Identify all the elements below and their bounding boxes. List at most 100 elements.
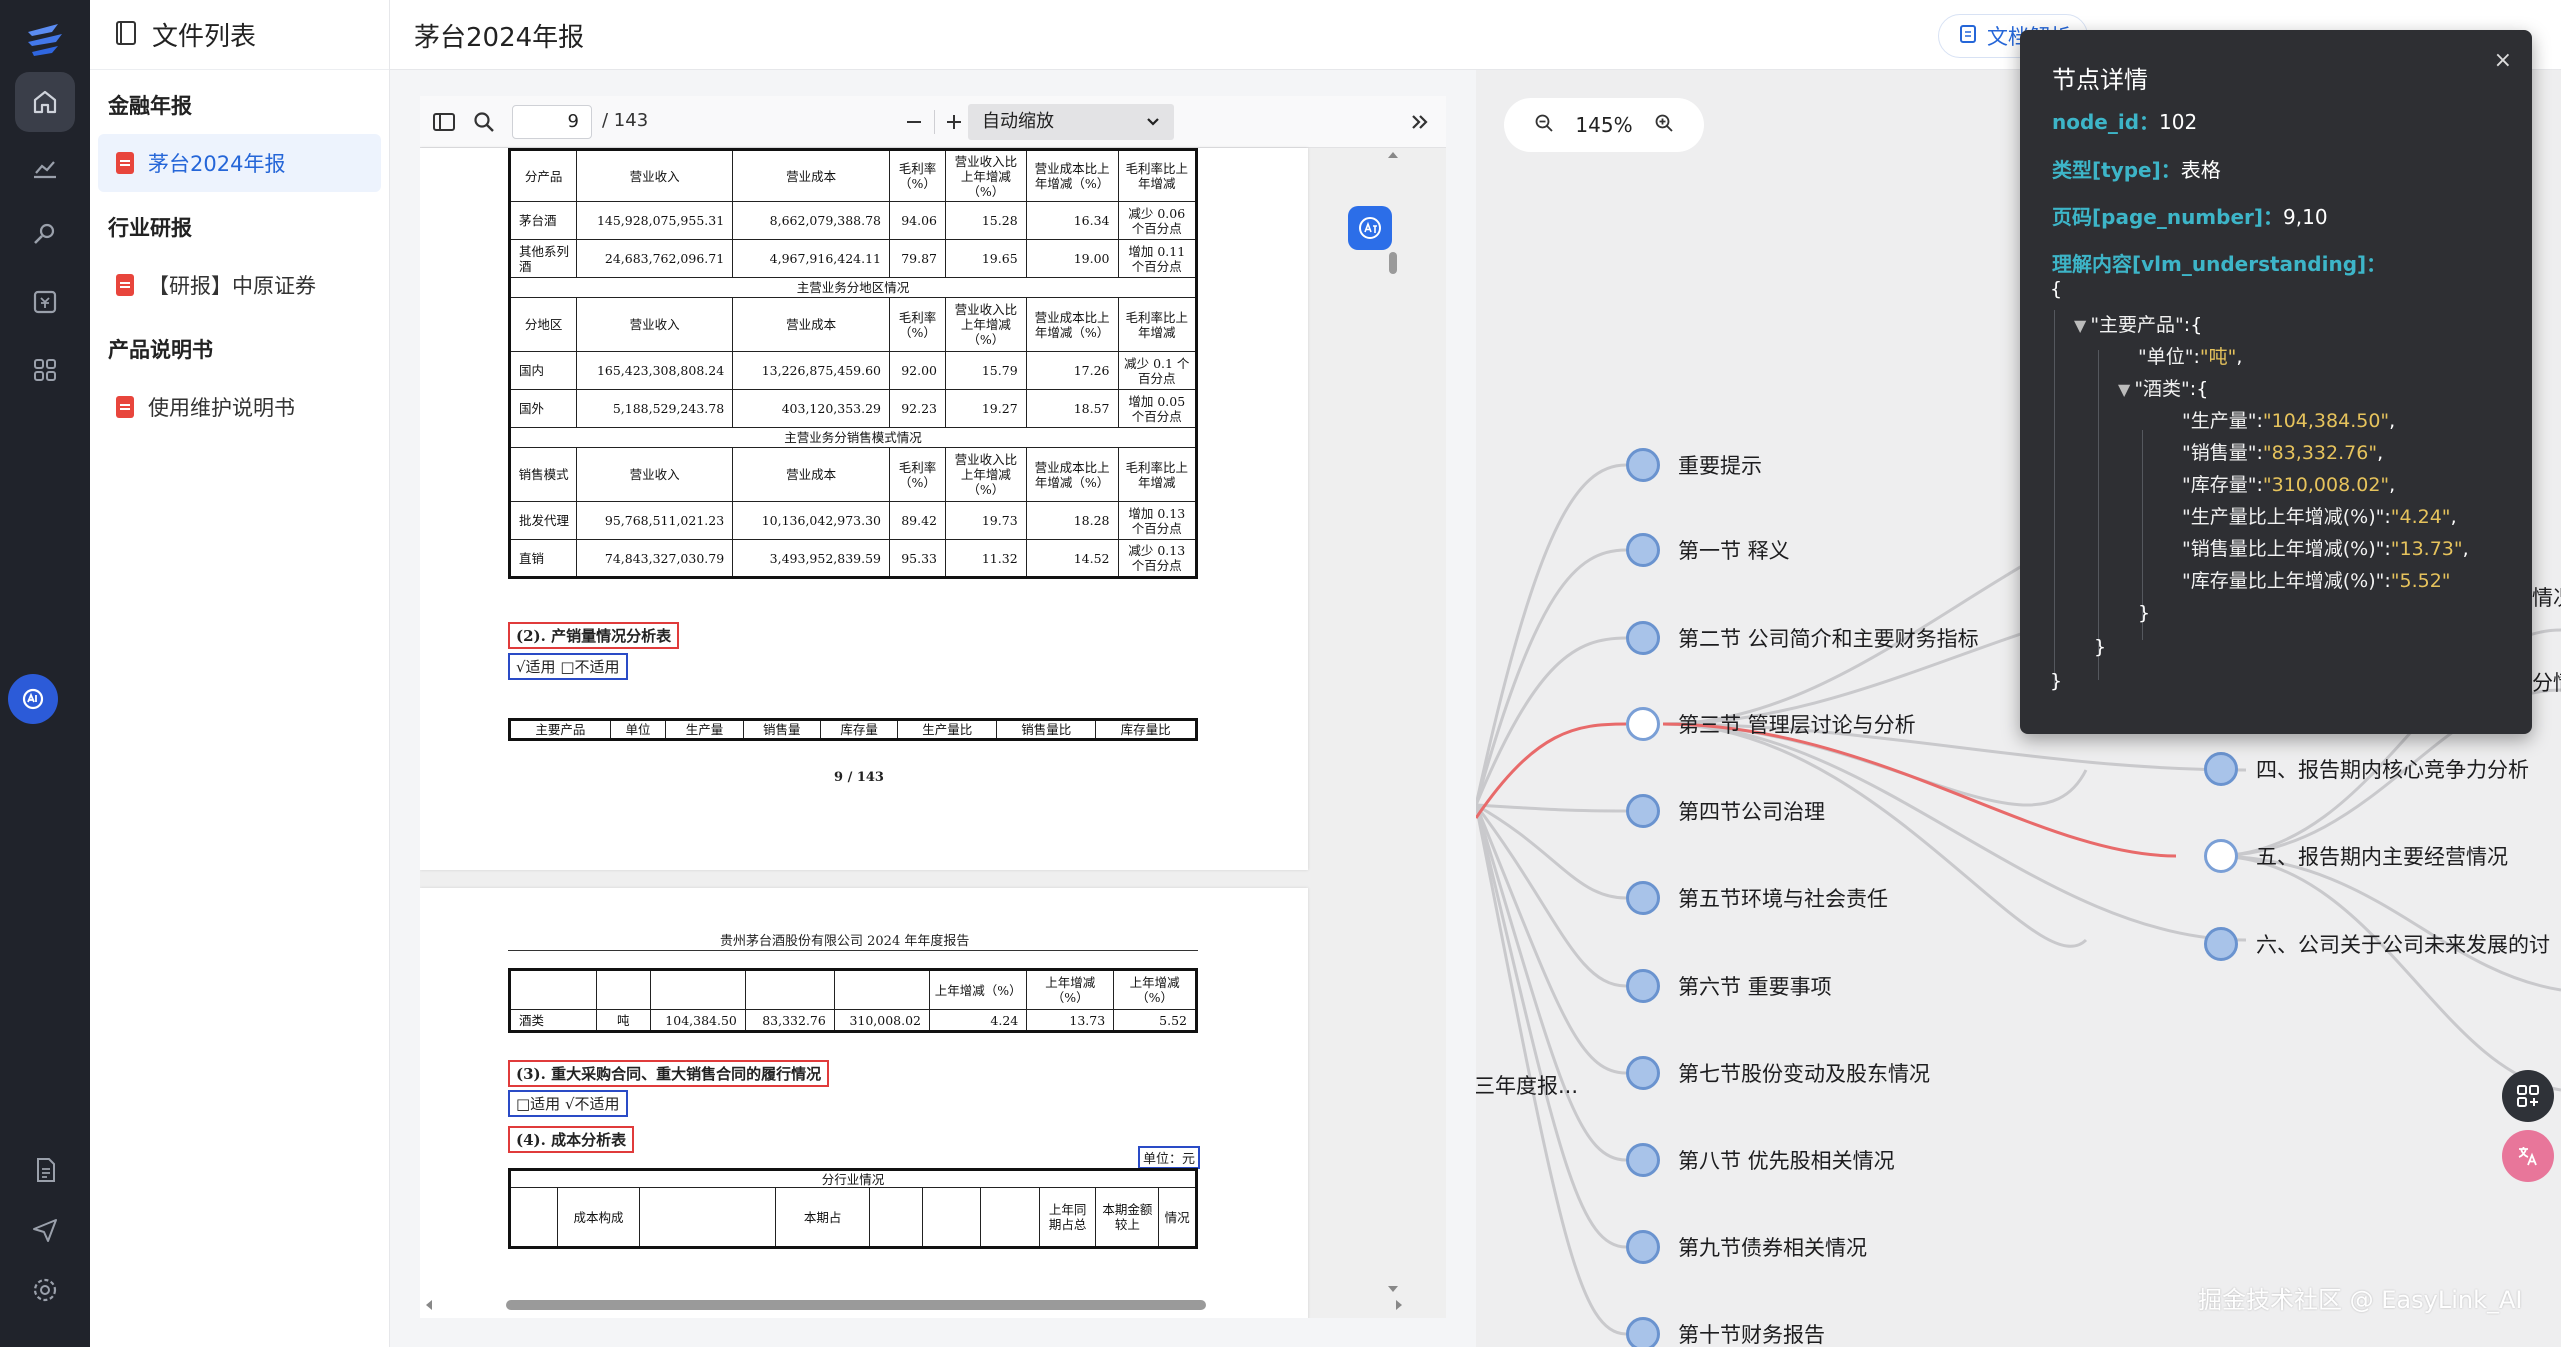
mind-map-node[interactable]: 第六节 重要事项	[1626, 969, 1832, 1003]
mind-map-node[interactable]: 第七节股份变动及股东情况	[1626, 1056, 1930, 1090]
chart-icon[interactable]	[15, 138, 75, 198]
file-item-label: 茅台2024年报	[148, 152, 286, 176]
node-circle	[1626, 707, 1660, 741]
app-rail	[0, 0, 90, 1347]
json-close-brace: }	[2050, 670, 2063, 692]
mind-map-sub-node[interactable]: 四、报告期内核心竞争力分析	[2204, 752, 2529, 786]
pdf-icon	[116, 274, 134, 296]
table-cell: 16.34	[1025, 201, 1119, 240]
collapse-triangle-icon[interactable]: ▼	[2118, 380, 2130, 399]
mind-map-node[interactable]: 第九节债券相关情况	[1626, 1230, 1867, 1264]
table-header-cell: 毛利率比上年增减	[1117, 149, 1198, 202]
table-cell: 5.52	[1113, 1009, 1197, 1032]
document-icon[interactable]	[15, 1140, 75, 1200]
zoom-in-icon[interactable]	[1654, 113, 1674, 138]
node-label: 第一节 释义	[1678, 539, 1790, 563]
table-cell: 14.52	[1025, 539, 1119, 578]
page-number-input[interactable]: 9	[512, 105, 592, 139]
table-cell: 18.28	[1025, 501, 1119, 540]
mind-map-sub-node-selected[interactable]: 五、报告期内主要经营情况	[2204, 839, 2508, 873]
node-detail-title: 节点详情	[2052, 66, 2148, 94]
mind-map-node[interactable]: 第五节环境与社会责任	[1626, 881, 1888, 915]
sidebar-toggle-icon[interactable]	[430, 108, 458, 136]
table-header-cell: 营业成本	[732, 149, 890, 202]
json-key: "库存量"	[2182, 474, 2257, 496]
node-circle	[1626, 794, 1660, 828]
table-cell: 增加 0.11 个百分点	[1117, 239, 1198, 278]
table-header-cell: 情况	[1158, 1187, 1197, 1248]
node-circle	[1626, 621, 1660, 655]
table-cell: 13.73	[1026, 1009, 1115, 1032]
node-label: 第六节 重要事项	[1678, 975, 1832, 999]
json-value: "104,384.50"	[2262, 410, 2390, 432]
settings-gear-icon[interactable]	[15, 1260, 75, 1320]
watermark-text: 掘金技术社区 @ EasyLink_AI	[2198, 1286, 2523, 1314]
json-key: "生产量比上年增减(%)"	[2182, 506, 2385, 528]
mind-map-node[interactable]: 重要提示	[1626, 448, 1762, 482]
find-search-icon[interactable]	[470, 108, 498, 136]
zoom-mode-select[interactable]: 自动缩放	[968, 104, 1174, 140]
json-value: "吨"	[2199, 346, 2237, 368]
json-key: "主要产品"	[2090, 314, 2184, 336]
mind-map-node[interactable]: 第十节财务报告	[1626, 1317, 1825, 1347]
json-close-brace: }	[2138, 602, 2151, 624]
table-cell: 92.23	[889, 389, 946, 428]
translate-icon[interactable]	[2502, 1130, 2554, 1182]
zoom-out-minus-icon[interactable]	[900, 108, 928, 136]
table-cell: 24,683,762,096.71	[576, 239, 734, 278]
product-revenue-table: 分产品 营业收入 营业成本 毛利率（%） 营业收入比上年增减（%） 营业成本比上…	[508, 148, 1198, 579]
mind-map-node-selected[interactable]: 第三节 管理层讨论与分析	[1626, 707, 1916, 741]
clipped-node-label[interactable]: 分情	[2532, 667, 2561, 697]
collapse-triangle-icon[interactable]: ▼	[2074, 316, 2086, 335]
json-main-product[interactable]: ▼ "主要产品":{	[2074, 310, 2202, 337]
section-2-title: (2). 产销量情况分析表	[508, 622, 680, 649]
zoom-out-icon[interactable]	[1534, 113, 1554, 138]
json-value: "4.24"	[2390, 506, 2451, 528]
file-item-maotai-2024[interactable]: 茅台2024年报	[98, 134, 381, 192]
finance-icon[interactable]	[15, 272, 75, 332]
search-tool-icon[interactable]	[15, 204, 75, 264]
table-header-cell: 分地区	[508, 297, 578, 352]
node-vlm-row: 理解内容[vlm_understanding]：	[2052, 248, 2386, 277]
node-label: 六、公司关于公司未来发展的讨	[2256, 933, 2550, 957]
table-cell: 104,384.50	[649, 1009, 746, 1032]
mind-map-node[interactable]: 第八节 优先股相关情况	[1626, 1143, 1895, 1177]
mind-map-node[interactable]: 第一节 释义	[1626, 533, 1790, 567]
table-header-cell: 上年同期占总	[1038, 1187, 1097, 1248]
group-title-annual: 金融年报	[108, 94, 192, 118]
close-icon[interactable]: ×	[2494, 48, 2512, 73]
zoom-in-plus-icon[interactable]	[940, 108, 968, 136]
table-header-cell: 库存量比	[1095, 719, 1197, 740]
ai-assistant-icon[interactable]	[8, 674, 58, 724]
json-value: "310,008.02"	[2262, 474, 2390, 496]
mind-map-zoom-value: 145%	[1575, 113, 1633, 137]
more-tools-double-chevron-icon[interactable]	[1406, 108, 1434, 136]
app-logo-icon[interactable]	[22, 20, 68, 60]
report-running-header: 贵州茅台酒股份有限公司 2024 年年度报告	[720, 934, 970, 949]
node-circle	[1626, 1230, 1660, 1264]
table-header-cell: 上年增减（%）	[929, 969, 1028, 1010]
section-2-applicable: √适用 □不适用	[508, 653, 628, 680]
mind-map-node[interactable]: 第四节公司治理	[1626, 794, 1825, 828]
chevron-down-icon	[1146, 104, 1160, 154]
table-header-cell: 生产量	[665, 719, 744, 740]
json-liquor-line[interactable]: ▼ "酒类":{	[2118, 374, 2208, 401]
send-icon[interactable]	[15, 1200, 75, 1260]
apps-icon[interactable]	[15, 340, 75, 400]
mind-map-sub-node[interactable]: 六、公司关于公司未来发展的讨	[2204, 927, 2550, 961]
home-icon[interactable]	[15, 72, 75, 132]
file-item-research-report[interactable]: 【研报】中原证券	[98, 256, 381, 314]
mind-map-node[interactable]: 第二节 公司简介和主要财务指标	[1626, 621, 1979, 655]
clipped-node-label[interactable]: 情况	[2532, 582, 2561, 612]
json-open-brace: {	[2050, 278, 2063, 300]
vertical-scrollbar[interactable]	[1380, 148, 1406, 1318]
node-detail-popup: 节点详情 × node_id：102 类型[type]：表格 页码[page_n…	[2020, 30, 2532, 734]
node-circle	[1626, 448, 1660, 482]
horizontal-scrollbar[interactable]	[420, 1292, 1410, 1318]
node-label: 第五节环境与社会责任	[1678, 887, 1888, 911]
file-item-manual[interactable]: 使用维护说明书	[98, 378, 381, 436]
mind-map-root-label[interactable]: 三年度报...	[1476, 1070, 1578, 1100]
table-header-cell: 分产品	[508, 149, 578, 202]
layout-toggle-icon[interactable]	[2502, 1070, 2554, 1122]
node-label: 第三节 管理层讨论与分析	[1678, 713, 1916, 737]
